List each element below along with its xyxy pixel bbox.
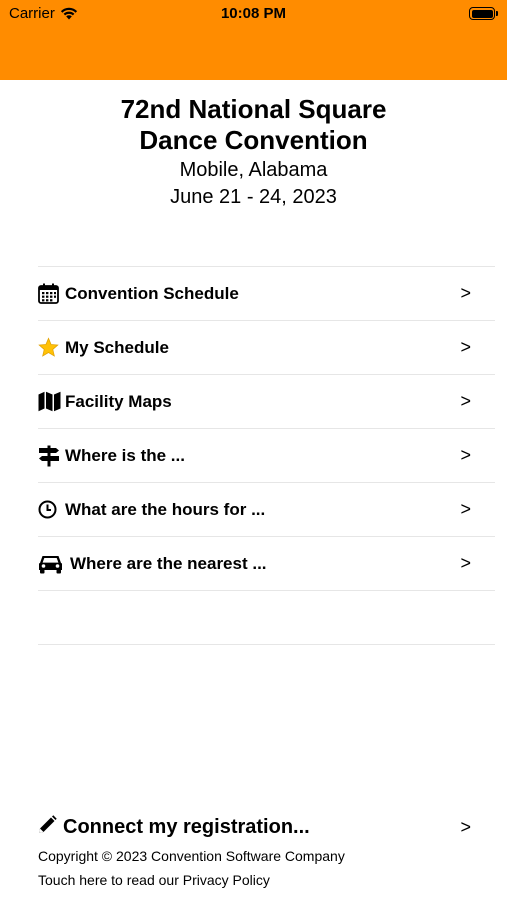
chevron-right-icon: > (460, 391, 471, 411)
star-icon (38, 335, 64, 361)
menu-item-where-is-the[interactable]: Where is the ... > (38, 429, 495, 483)
battery-icon (469, 7, 498, 20)
menu-item-label: Where is the ... (65, 445, 185, 465)
map-icon (38, 389, 64, 415)
chevron-right-icon: > (460, 283, 471, 303)
menu-item-label: Facility Maps (65, 391, 172, 411)
calendar-icon (38, 281, 64, 307)
clock-icon (38, 497, 64, 523)
menu-item-label: Where are the nearest ... (70, 553, 267, 573)
menu-item-what-are-the-hours-for[interactable]: What are the hours for ... > (38, 483, 495, 537)
connect-registration-label: Connect my registration... (63, 815, 310, 838)
convention-dates: June 21 - 24, 2023 (170, 186, 337, 208)
chevron-right-icon: > (460, 816, 471, 837)
car-icon (38, 551, 69, 577)
menu-empty-row (38, 591, 495, 645)
menu-item-where-are-the-nearest[interactable]: Where are the nearest ... > (38, 537, 495, 591)
footer: Connect my registration... > Copyright ©… (38, 812, 495, 890)
menu-item-label: My Schedule (65, 337, 169, 357)
menu-item-facility-maps[interactable]: Facility Maps > (38, 375, 495, 429)
status-bar: Carrier 10:08 PM (0, 0, 507, 28)
main-menu: Convention Schedule > My Schedule > Faci… (38, 266, 495, 645)
header-bar: Carrier 10:08 PM (0, 0, 507, 80)
privacy-policy-link[interactable]: Touch here to read our Privacy Policy (38, 870, 495, 890)
app-screen: Carrier 10:08 PM 72nd National Square Da… (0, 0, 507, 900)
menu-item-label: Convention Schedule (65, 283, 239, 303)
menu-item-label: What are the hours for ... (65, 499, 266, 519)
menu-item-convention-schedule[interactable]: Convention Schedule > (38, 267, 495, 321)
convention-location: Mobile, Alabama (179, 159, 328, 181)
convention-title-line1: 72nd National Square (120, 94, 387, 124)
chevron-right-icon: > (460, 499, 471, 519)
chevron-right-icon: > (460, 337, 471, 357)
convention-title-line2: Dance Convention (139, 125, 368, 155)
signpost-icon (38, 443, 64, 469)
convention-title-block: 72nd National Square Dance Convention Mo… (0, 94, 507, 210)
status-time: 10:08 PM (220, 5, 287, 22)
pencil-icon (38, 815, 57, 839)
chevron-right-icon: > (460, 445, 471, 465)
copyright-text: Copyright © 2023 Convention Software Com… (38, 848, 345, 864)
menu-item-my-schedule[interactable]: My Schedule > (38, 321, 495, 375)
chevron-right-icon: > (460, 553, 471, 573)
connect-registration-button[interactable]: Connect my registration... > (38, 812, 495, 842)
